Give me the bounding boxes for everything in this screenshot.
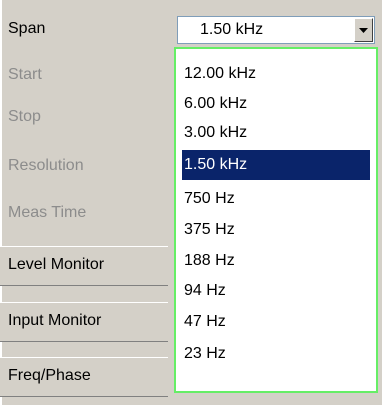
dropdown-option[interactable]: 3.00 kHz [182, 118, 370, 148]
combobox-dropdown-button[interactable] [354, 18, 373, 42]
resolution-label: Resolution [8, 157, 84, 174]
span-dropdown-list[interactable]: 12.00 kHz 6.00 kHz 3.00 kHz 1.50 kHz 750… [174, 47, 378, 393]
input-monitor-button[interactable]: Input Monitor [0, 302, 168, 342]
chevron-down-icon [359, 28, 368, 33]
dropdown-option[interactable]: 12.00 kHz [182, 59, 370, 89]
span-label: Span [8, 20, 46, 37]
input-monitor-label: Input Monitor [8, 312, 102, 329]
dropdown-option[interactable]: 94 Hz [182, 276, 370, 306]
span-combobox-value: 1.50 kHz [200, 21, 264, 38]
dropdown-option[interactable]: 47 Hz [182, 307, 370, 337]
dropdown-option[interactable]: 188 Hz [182, 246, 370, 276]
dropdown-option[interactable]: 750 Hz [182, 184, 370, 214]
level-monitor-button[interactable]: Level Monitor [0, 246, 168, 286]
settings-panel: Span Start Stop Resolution Meas Time Lev… [0, 0, 382, 405]
start-label: Start [8, 66, 42, 83]
meas-time-label: Meas Time [8, 204, 87, 221]
dropdown-option[interactable]: 6.00 kHz [182, 89, 370, 119]
level-monitor-label: Level Monitor [8, 256, 105, 273]
span-combobox[interactable]: 1.50 kHz [177, 16, 375, 44]
panel-left-edge [0, 0, 2, 405]
dropdown-option-selected[interactable]: 1.50 kHz [182, 150, 370, 180]
dropdown-option[interactable]: 23 Hz [182, 339, 370, 369]
stop-label: Stop [8, 108, 41, 125]
freq-phase-label: Freq/Phase [8, 367, 91, 384]
dropdown-option[interactable]: 375 Hz [182, 215, 370, 245]
freq-phase-button[interactable]: Freq/Phase [0, 357, 168, 397]
